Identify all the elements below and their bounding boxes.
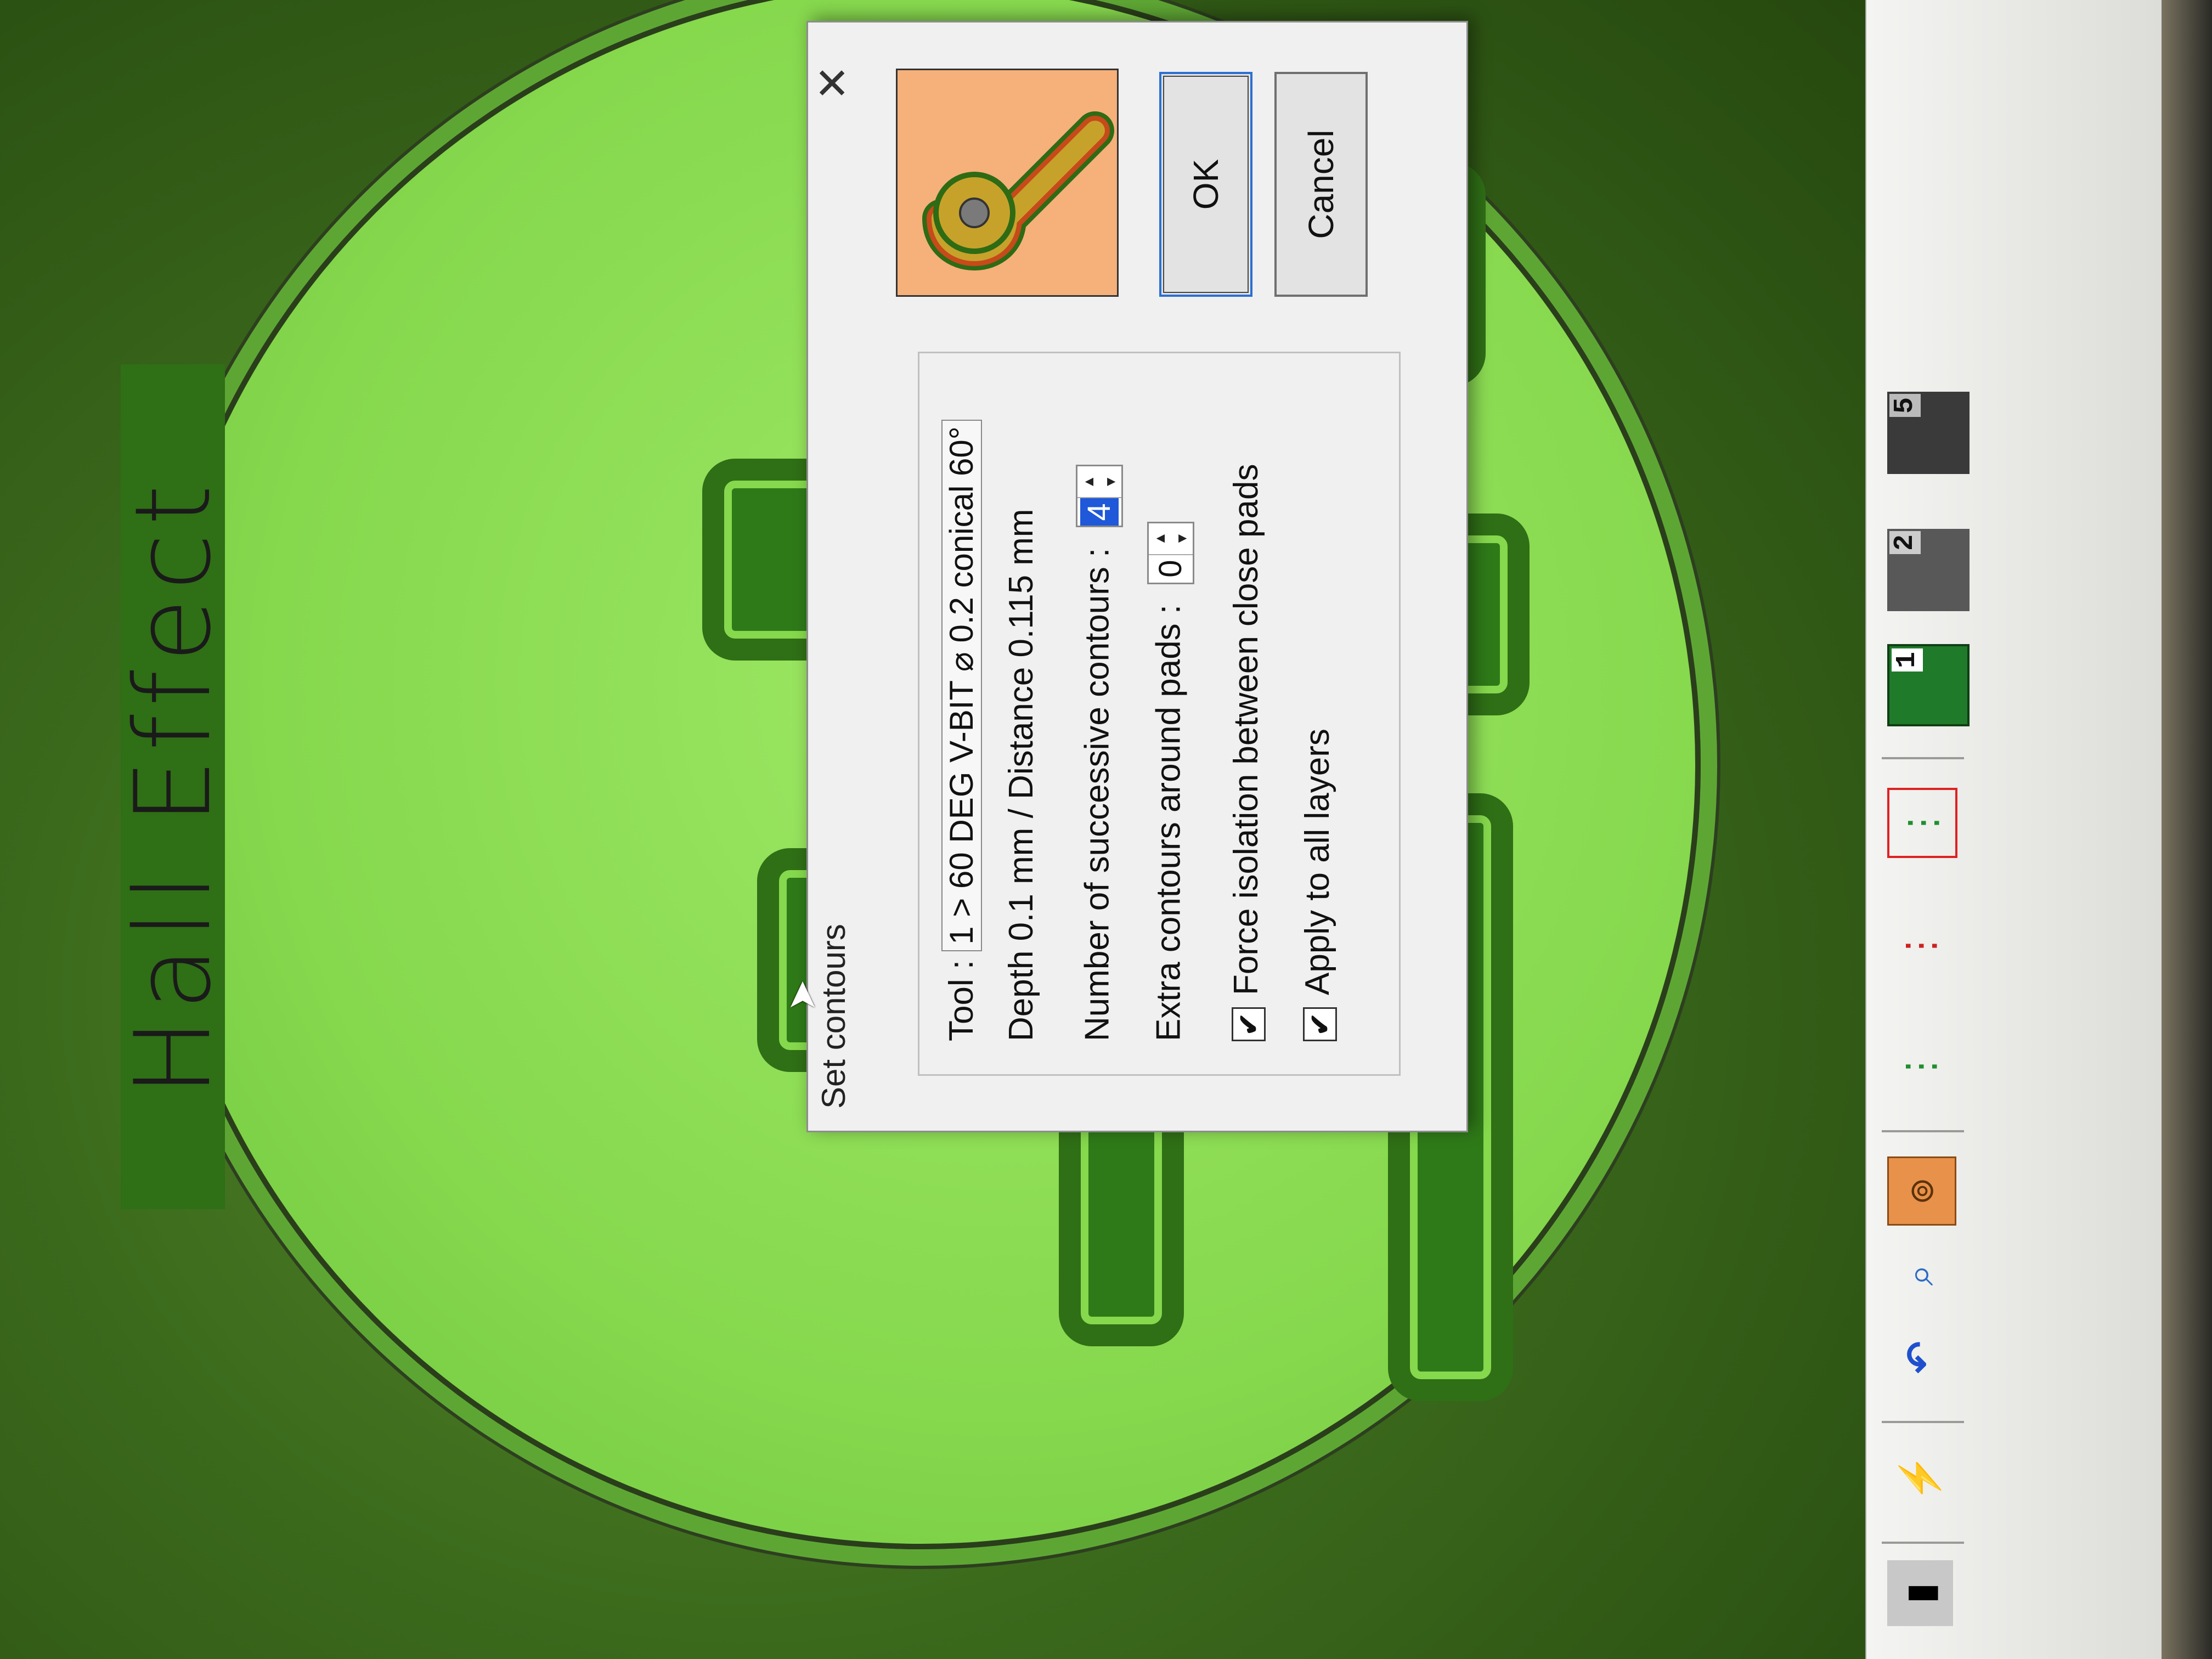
- tool-select[interactable]: 1 > 60 DEG V-BIT ⌀ 0.2 conical 60°: [941, 420, 982, 951]
- successive-contours-stepper[interactable]: 4 ▲ ▼: [1076, 465, 1123, 528]
- undo-icon[interactable]: ↶: [1887, 1324, 1953, 1390]
- ok-button[interactable]: OK: [1159, 72, 1252, 297]
- toolbar-separator: [1882, 757, 1964, 759]
- route-icon[interactable]: ⋮: [1887, 1034, 1953, 1099]
- successive-label: Number of successive contours :: [1078, 548, 1116, 1041]
- laser-engrave-icon[interactable]: ⚡: [1887, 1445, 1953, 1511]
- layer-number: 5: [1889, 394, 1921, 417]
- silkscreen-label: Hall Effect: [112, 364, 234, 1209]
- layer-2-button[interactable]: 2: [1887, 529, 1970, 611]
- depth-text: Depth 0.1 mm / Distance 0.115 mm: [1002, 509, 1040, 1041]
- extra-value[interactable]: 0: [1152, 555, 1190, 583]
- chevron-down-icon[interactable]: ▼: [1099, 466, 1121, 497]
- dialog-title: Set contours: [815, 924, 852, 1109]
- chevron-up-icon[interactable]: ▲: [1149, 523, 1171, 554]
- extra-contours-stepper[interactable]: 0 ▲ ▼: [1147, 521, 1194, 584]
- tool-row: Tool : 1 > 60 DEG V-BIT ⌀ 0.2 conical 60°: [941, 420, 982, 1041]
- route-red-icon[interactable]: ⋮: [1887, 913, 1953, 979]
- tool-label: Tool :: [943, 960, 980, 1041]
- set-contours-dialog: Set contours ✕ Tool : 1 > 60 DEG V-BIT ⌀ …: [806, 21, 1468, 1132]
- screen: Hall Effect ▮ ⚡ ↶ ⌕ ⊚ ⋮ ⋮ ⋮ 1 2 5 Set co…: [0, 0, 2212, 1659]
- extra-row: Extra contours around pads : 0 ▲ ▼: [1147, 521, 1194, 1041]
- force-isolation-label: Force isolation between close pads: [1227, 464, 1265, 995]
- layer-5-button[interactable]: 5: [1887, 392, 1970, 474]
- isolation-icon[interactable]: ⋮: [1887, 788, 1957, 858]
- layer-1-button[interactable]: 1: [1887, 644, 1970, 726]
- toolbar-separator: [1882, 1542, 1964, 1544]
- successive-row: Number of successive contours : 4 ▲ ▼: [1076, 465, 1123, 1041]
- apply-all-layers-checkbox[interactable]: ✔: [1302, 1007, 1337, 1041]
- successive-value[interactable]: 4: [1080, 498, 1119, 526]
- chevron-down-icon[interactable]: ▼: [1171, 523, 1193, 554]
- apply-all-layers-label: Apply to all layers: [1299, 729, 1336, 995]
- force-isolation-checkbox[interactable]: ✔: [1231, 1007, 1266, 1041]
- toolbar-separator: [1882, 1130, 1964, 1132]
- stepper-arrows: ▲ ▼: [1149, 523, 1193, 555]
- toolbar-separator: [1882, 1421, 1964, 1423]
- close-icon[interactable]: ✕: [808, 55, 858, 110]
- drill-tool-icon[interactable]: ▮: [1887, 1560, 1953, 1626]
- settings-group: Tool : 1 > 60 DEG V-BIT ⌀ 0.2 conical 60°…: [918, 352, 1401, 1076]
- contour-preview-image: [896, 69, 1119, 297]
- force-isolation-row[interactable]: ✔ Force isolation between close pads: [1227, 464, 1266, 1041]
- cancel-button[interactable]: Cancel: [1274, 72, 1368, 297]
- layer-number: 2: [1889, 531, 1921, 555]
- stepper-arrows: ▲ ▼: [1077, 466, 1121, 499]
- pcb-view-icon[interactable]: ⊚: [1887, 1156, 1956, 1226]
- apply-all-row[interactable]: ✔ Apply to all layers: [1298, 729, 1337, 1041]
- layer-number: 1: [1892, 648, 1923, 672]
- monitor-bezel: [2162, 0, 2212, 1659]
- extra-label: Extra contours around pads :: [1149, 604, 1188, 1041]
- mouse-cursor-icon: ➤: [780, 979, 823, 1012]
- zoom-icon[interactable]: ⌕: [1887, 1242, 1953, 1308]
- chevron-up-icon[interactable]: ▲: [1077, 466, 1099, 497]
- contour-preview-icon: [922, 111, 1114, 270]
